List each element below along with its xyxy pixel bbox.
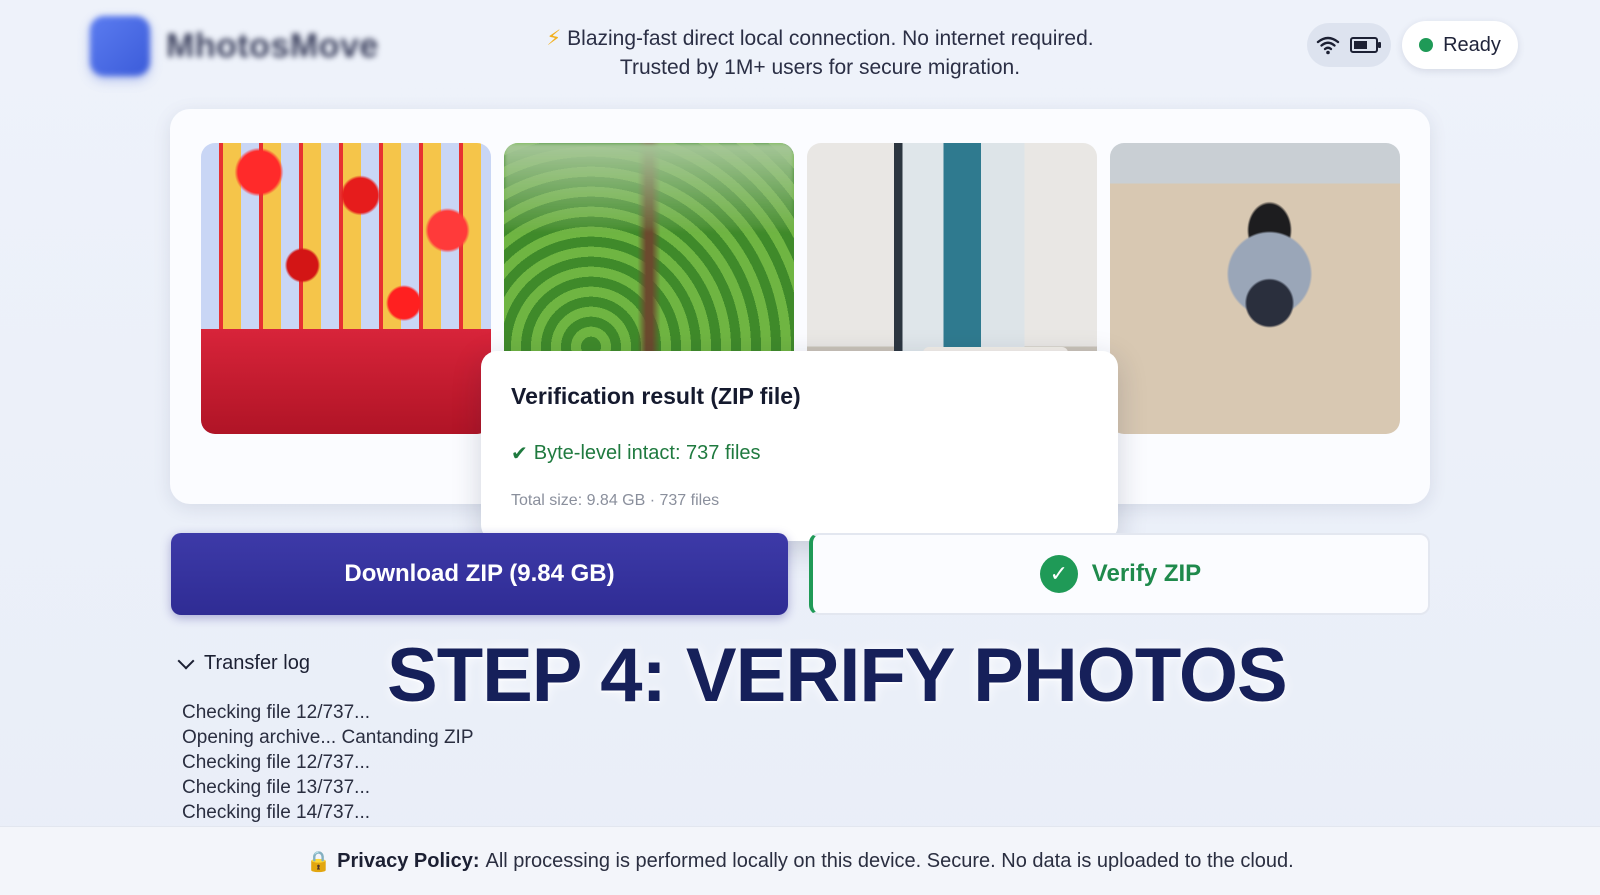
privacy-text: All processing is performed locally on t… bbox=[485, 849, 1294, 872]
tagline-line-1: Blazing-fast direct local connection. No… bbox=[567, 27, 1094, 50]
transfer-log-toggle[interactable]: Transfer log bbox=[177, 652, 310, 675]
download-zip-label: Download ZIP (9.84 GB) bbox=[344, 560, 615, 587]
check-circle-icon: ✓ bbox=[1039, 555, 1078, 593]
header-tagline: ⚡ Blazing-fast direct local connection. N… bbox=[460, 24, 1180, 82]
checkmark-icon: ✔ bbox=[511, 443, 528, 465]
lock-icon: 🔒 bbox=[306, 850, 332, 873]
log-line: Checking file 12/737... bbox=[182, 752, 371, 773]
log-line: Opening archive... Cantanding ZIP bbox=[182, 727, 474, 748]
verify-zip-label: Verify ZIP bbox=[1091, 560, 1202, 587]
verification-status: ✔ Byte-level intact: 737 files bbox=[511, 441, 761, 466]
verification-status-text: Byte-level intact: 737 files bbox=[533, 442, 761, 464]
step-banner: STEP 4: VERIFY PHOTOS bbox=[387, 633, 1288, 718]
log-line: Checking file 14/737... bbox=[182, 802, 371, 823]
popup-title: Verification result (ZIP file) bbox=[511, 383, 801, 409]
app-brand: MhotosMove bbox=[90, 16, 379, 76]
app-name-blurred: MhotosMove bbox=[166, 26, 379, 65]
lightning-icon: ⚡ bbox=[546, 27, 562, 50]
log-line: Checking file 13/737... bbox=[182, 777, 371, 798]
verify-zip-button[interactable]: ✓ Verify ZIP bbox=[809, 533, 1430, 615]
verification-meta: Total size: 9.84 GB · 737 files bbox=[511, 492, 720, 509]
privacy-footer: 🔒 Privacy Policy: All processing is perf… bbox=[0, 826, 1600, 895]
privacy-policy-link[interactable]: Privacy Policy: bbox=[337, 850, 479, 873]
photo-thumbnail-lanterns[interactable] bbox=[201, 143, 491, 434]
system-status-icons bbox=[1307, 23, 1391, 67]
ready-indicator-dot bbox=[1419, 38, 1434, 52]
chevron-down-icon bbox=[177, 652, 195, 669]
app-logo bbox=[90, 16, 150, 76]
transfer-log-label: Transfer log bbox=[204, 652, 310, 674]
photo-thumbnail-child-beach[interactable] bbox=[1110, 143, 1400, 434]
wifi-icon bbox=[1316, 36, 1340, 55]
download-zip-button[interactable]: Download ZIP (9.84 GB) bbox=[171, 533, 788, 615]
status-text: Ready bbox=[1443, 33, 1501, 56]
battery-icon bbox=[1350, 37, 1381, 53]
verification-popup: Verification result (ZIP file) ✔ Byte-le… bbox=[481, 351, 1118, 541]
status-badge: Ready bbox=[1402, 21, 1518, 69]
tagline-line-2: Trusted by 1M+ users for secure migratio… bbox=[619, 56, 1021, 79]
